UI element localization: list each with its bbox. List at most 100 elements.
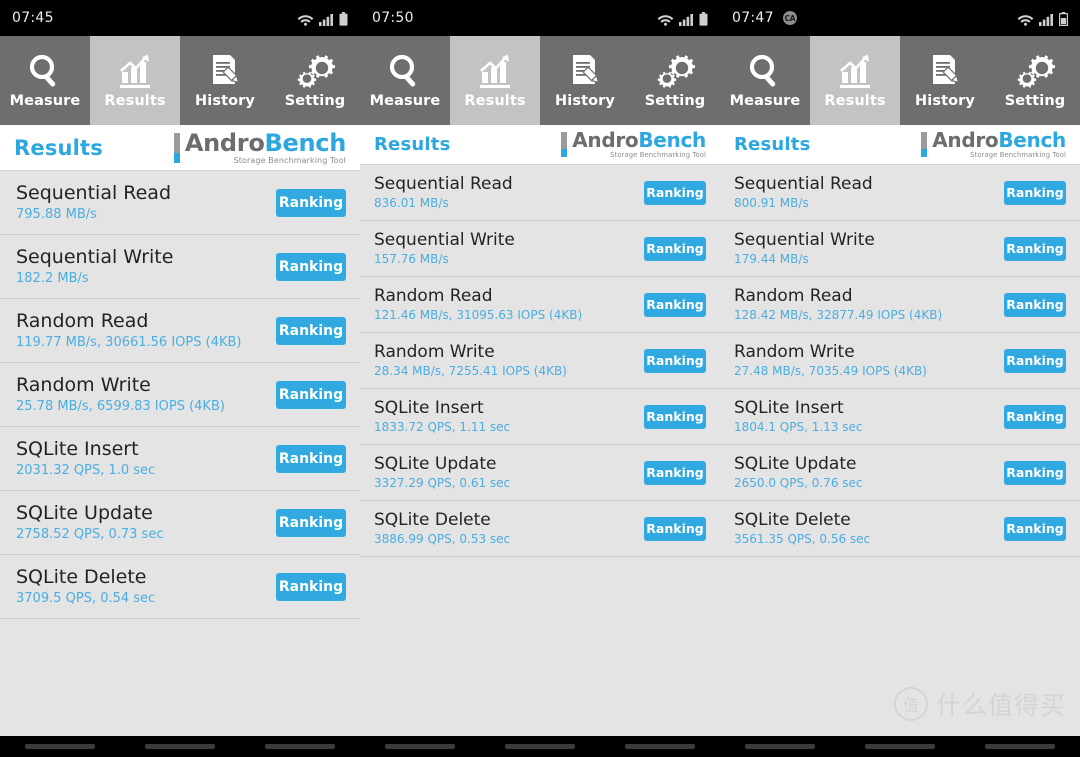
ranking-button[interactable]: Ranking <box>1004 404 1066 429</box>
tab-setting-label: Setting <box>644 92 706 109</box>
ranking-button[interactable]: Ranking <box>1004 348 1066 373</box>
ranking-button[interactable]: Ranking <box>1004 516 1066 541</box>
back-button[interactable] <box>625 744 695 749</box>
result-value: 1804.1 QPS, 1.13 sec <box>734 420 863 435</box>
wifi-icon <box>657 13 674 26</box>
ranking-button[interactable]: Ranking <box>276 316 346 345</box>
tab-history[interactable]: History <box>900 36 990 125</box>
phone-screenshot-panel-1: 07:45 Measure Results History Setting Re… <box>0 0 360 757</box>
table-row[interactable]: Random Read 128.42 MB/s, 32877.49 IOPS (… <box>720 277 1080 333</box>
table-row[interactable]: Sequential Read 800.91 MB/s Ranking <box>720 165 1080 221</box>
ranking-button[interactable]: Ranking <box>1004 236 1066 261</box>
home-button[interactable] <box>145 744 215 749</box>
ranking-button[interactable]: Ranking <box>276 188 346 217</box>
table-row[interactable]: SQLite Delete 3709.5 QPS, 0.54 sec Ranki… <box>0 555 360 619</box>
ranking-button[interactable]: Ranking <box>644 516 706 541</box>
tab-results[interactable]: Results <box>450 36 540 125</box>
tab-measure[interactable]: Measure <box>720 36 810 125</box>
recents-button[interactable] <box>25 744 95 749</box>
tab-setting[interactable]: Setting <box>990 36 1080 125</box>
tab-history[interactable]: History <box>540 36 630 125</box>
battery-icon <box>699 12 708 26</box>
home-button[interactable] <box>865 744 935 749</box>
result-title: Random Write <box>374 342 495 363</box>
table-row[interactable]: Random Write 27.48 MB/s, 7035.49 IOPS (4… <box>720 333 1080 389</box>
table-row[interactable]: Random Read 121.46 MB/s, 31095.63 IOPS (… <box>360 277 720 333</box>
table-row[interactable]: Random Write 28.34 MB/s, 7255.41 IOPS (4… <box>360 333 720 389</box>
tab-results[interactable]: Results <box>810 36 900 125</box>
table-row[interactable]: SQLite Insert 1804.1 QPS, 1.13 sec Ranki… <box>720 389 1080 445</box>
results-list: Sequential Read 800.91 MB/s Ranking Sequ… <box>720 165 1080 557</box>
document-pencil-icon <box>925 49 965 93</box>
status-bar-icons <box>657 10 708 26</box>
table-row[interactable]: Sequential Read 836.01 MB/s Ranking <box>360 165 720 221</box>
table-row[interactable]: Sequential Read 795.88 MB/s Ranking <box>0 171 360 235</box>
result-value: 795.88 MB/s <box>16 207 97 223</box>
table-row[interactable]: Random Write 25.78 MB/s, 6599.83 IOPS (4… <box>0 363 360 427</box>
home-button[interactable] <box>505 744 575 749</box>
table-row[interactable]: Sequential Write 179.44 MB/s Ranking <box>720 221 1080 277</box>
result-title: SQLite Update <box>16 502 153 524</box>
ranking-button[interactable]: Ranking <box>644 292 706 317</box>
ranking-button[interactable]: Ranking <box>1004 460 1066 485</box>
page-title: Results <box>374 134 451 155</box>
recents-button[interactable] <box>385 744 455 749</box>
androbench-logo: AndroBench Storage Benchmarking Tool <box>173 131 346 165</box>
ranking-button[interactable]: Ranking <box>276 572 346 601</box>
table-row[interactable]: SQLite Update 3327.29 QPS, 0.61 sec Rank… <box>360 445 720 501</box>
tab-measure[interactable]: Measure <box>360 36 450 125</box>
table-row[interactable]: Sequential Write 157.76 MB/s Ranking <box>360 221 720 277</box>
table-row[interactable]: SQLite Update 2758.52 QPS, 0.73 sec Rank… <box>0 491 360 555</box>
status-bar-clock: 07:50 <box>372 10 414 26</box>
result-title: Sequential Write <box>374 230 515 251</box>
tab-bar: Measure Results History Setting <box>0 36 360 125</box>
smzdm-watermark: 值 什么值得买 <box>893 686 1066 722</box>
android-navigation-bar <box>0 736 360 757</box>
signal-icon <box>319 13 334 26</box>
result-title: Sequential Write <box>16 246 174 268</box>
ranking-button[interactable]: Ranking <box>276 252 346 281</box>
tab-bar: Measure Results History Setting <box>720 36 1080 125</box>
tab-setting[interactable]: Setting <box>270 36 360 125</box>
back-button[interactable] <box>985 744 1055 749</box>
result-title: Random Read <box>16 310 149 332</box>
table-row[interactable]: Sequential Write 182.2 MB/s Ranking <box>0 235 360 299</box>
ranking-button[interactable]: Ranking <box>644 460 706 485</box>
table-row[interactable]: SQLite Update 2650.0 QPS, 0.76 sec Ranki… <box>720 445 1080 501</box>
tab-measure-label: Measure <box>9 92 81 109</box>
status-bar-icons <box>1017 10 1068 26</box>
tab-measure[interactable]: Measure <box>0 36 90 125</box>
recents-button[interactable] <box>745 744 815 749</box>
back-button[interactable] <box>265 744 335 749</box>
logo-part-bench: Bench <box>638 128 706 153</box>
table-row[interactable]: SQLite Insert 2031.32 QPS, 1.0 sec Ranki… <box>0 427 360 491</box>
ranking-button[interactable]: Ranking <box>1004 292 1066 317</box>
table-row[interactable]: SQLite Delete 3886.99 QPS, 0.53 sec Rank… <box>360 501 720 557</box>
result-title: SQLite Delete <box>734 510 851 531</box>
tab-history[interactable]: History <box>180 36 270 125</box>
ranking-button[interactable]: Ranking <box>276 508 346 537</box>
result-title: SQLite Insert <box>734 398 844 419</box>
ranking-button[interactable]: Ranking <box>644 180 706 205</box>
tab-results[interactable]: Results <box>90 36 180 125</box>
ranking-button[interactable]: Ranking <box>644 236 706 261</box>
result-value: 3886.99 QPS, 0.53 sec <box>374 532 511 547</box>
table-row[interactable]: SQLite Delete 3561.35 QPS, 0.56 sec Rank… <box>720 501 1080 557</box>
logo-tagline: Storage Benchmarking Tool <box>233 155 346 165</box>
wifi-icon <box>1017 13 1034 26</box>
result-title: Sequential Write <box>734 230 875 251</box>
status-bar: 07:47 CA <box>720 0 1080 36</box>
ranking-button[interactable]: Ranking <box>276 444 346 473</box>
ranking-button[interactable]: Ranking <box>1004 180 1066 205</box>
ranking-button[interactable]: Ranking <box>276 380 346 409</box>
ranking-button[interactable]: Ranking <box>644 404 706 429</box>
tab-setting[interactable]: Setting <box>630 36 720 125</box>
table-row[interactable]: SQLite Insert 1833.72 QPS, 1.11 sec Rank… <box>360 389 720 445</box>
result-title: Sequential Read <box>374 174 513 195</box>
app-header: Results AndroBench Storage Benchmarking … <box>0 125 360 171</box>
table-row[interactable]: Random Read 119.77 MB/s, 30661.56 IOPS (… <box>0 299 360 363</box>
page-title: Results <box>14 135 103 160</box>
ranking-button[interactable]: Ranking <box>644 348 706 373</box>
result-title: Sequential Read <box>16 182 172 204</box>
result-value: 121.46 MB/s, 31095.63 IOPS (4KB) <box>374 308 583 323</box>
